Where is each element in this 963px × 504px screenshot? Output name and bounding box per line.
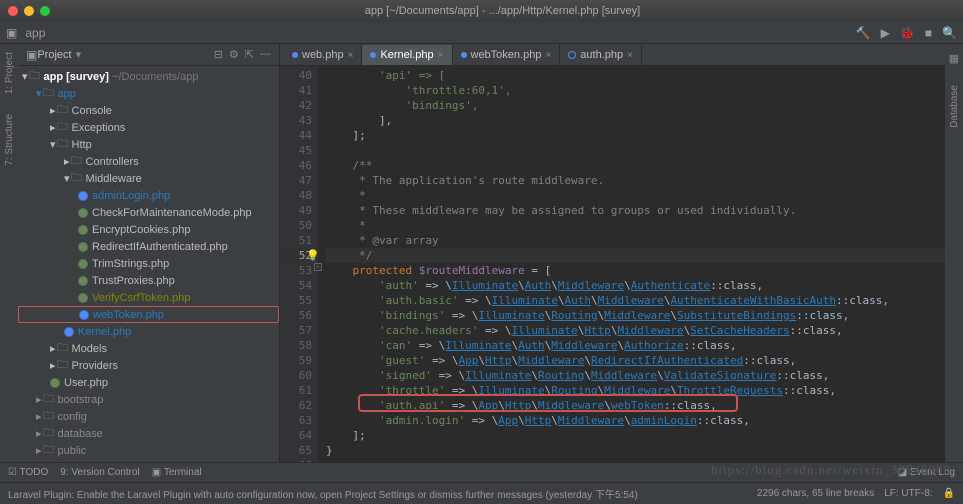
database-tab-icon[interactable]: ▦: [949, 52, 959, 65]
settings-icon[interactable]: ⚙: [229, 48, 239, 61]
breadcrumb-app[interactable]: app: [25, 26, 45, 40]
project-tab[interactable]: 1: Project: [4, 52, 15, 94]
vcs-button[interactable]: 9: Version Control: [60, 467, 140, 478]
line-gutter[interactable]: 4041424344454647484950515253545556575859…: [280, 66, 318, 462]
tree-folder[interactable]: ▸ 🗀Controllers: [18, 153, 279, 170]
zoom-icon[interactable]: [40, 6, 50, 16]
window-controls[interactable]: [8, 6, 50, 16]
structure-tab[interactable]: 7: Structure: [4, 114, 15, 166]
tree-folder[interactable]: ▸ 🗀database: [18, 425, 279, 442]
todo-button[interactable]: ☑ TODO: [8, 467, 48, 478]
close-icon[interactable]: ×: [627, 50, 633, 61]
editor-tabs: web.php× Kernel.php× webToken.php× auth.…: [280, 44, 945, 66]
tree-file[interactable]: VerifyCsrfToken.php: [18, 289, 279, 306]
code-area[interactable]: 'api' => [ 'throttle:60,1', 'bindings', …: [318, 66, 945, 462]
folder-icon: ▣: [26, 48, 37, 62]
tab-webtoken[interactable]: webToken.php×: [453, 45, 561, 65]
tab-kernel[interactable]: Kernel.php×: [362, 45, 452, 65]
project-panel-header: ▣ Project ▾ ⊟ ⚙ ⇱ —: [18, 44, 279, 66]
tree-file[interactable]: adminLogin.php: [18, 187, 279, 204]
tree-root[interactable]: ▾ 🗀app [survey] ~/Documents/app: [18, 68, 279, 85]
editor: web.php× Kernel.php× webToken.php× auth.…: [280, 44, 945, 480]
tree-file[interactable]: CheckForMaintenanceMode.php: [18, 204, 279, 221]
close-icon[interactable]: ×: [438, 50, 444, 61]
title-bar: app [~/Documents/app] - .../app/Http/Ker…: [0, 0, 963, 22]
search-icon[interactable]: 🔍: [942, 26, 957, 40]
minimize-icon[interactable]: [24, 6, 34, 16]
close-panel-icon[interactable]: —: [260, 48, 271, 61]
debug-icon[interactable]: 🐞: [900, 26, 915, 40]
right-gutter: ▦ Database: [945, 44, 963, 480]
intention-bulb-icon[interactable]: 💡: [306, 248, 320, 263]
tree-file[interactable]: Kernel.php: [18, 323, 279, 340]
watermark: https://blog.csdn.net/weixin_33848988: [711, 462, 951, 478]
tree-folder[interactable]: ▾ 🗀Middleware: [18, 170, 279, 187]
tree-file[interactable]: TrimStrings.php: [18, 255, 279, 272]
tree-file[interactable]: TrustProxies.php: [18, 272, 279, 289]
hide-icon[interactable]: ⇱: [245, 48, 254, 61]
tab-auth[interactable]: auth.php×: [560, 45, 642, 65]
tree-file[interactable]: EncryptCookies.php: [18, 221, 279, 238]
char-count: 2296 chars, 65 line breaks: [757, 488, 874, 499]
tree-folder[interactable]: ▸ 🗀Console: [18, 102, 279, 119]
stop-icon[interactable]: ■: [925, 26, 932, 40]
build-icon[interactable]: 🔨: [856, 26, 871, 40]
tree-folder[interactable]: ▸ 🗀Providers: [18, 357, 279, 374]
fold-icon[interactable]: -: [314, 263, 322, 271]
tree-file[interactable]: RedirectIfAuthenticated.php: [18, 238, 279, 255]
encoding[interactable]: LF: UTF-8:: [884, 488, 932, 499]
project-tree[interactable]: ▾ 🗀app [survey] ~/Documents/app ▾ 🗀app ▸…: [18, 66, 279, 480]
left-gutter: 1: Project 7: Structure: [0, 44, 18, 480]
close-icon[interactable]: [8, 6, 18, 16]
tree-folder[interactable]: ▸ 🗀Models: [18, 340, 279, 357]
tree-folder[interactable]: ▾ 🗀Http: [18, 136, 279, 153]
tree-folder[interactable]: ▾ 🗀app: [18, 85, 279, 102]
tree-folder[interactable]: ▸ 🗀public: [18, 442, 279, 459]
folder-icon[interactable]: ▣: [6, 26, 17, 40]
collapse-icon[interactable]: ⊟: [214, 48, 223, 61]
run-icon[interactable]: ▶: [881, 26, 890, 40]
database-tab[interactable]: Database: [949, 85, 960, 128]
tree-folder[interactable]: ▸ 🗀config: [18, 408, 279, 425]
status-message: Laravel Plugin: Enable the Laravel Plugi…: [8, 486, 638, 501]
tree-file[interactable]: User.php: [18, 374, 279, 391]
highlight-box: [358, 394, 738, 412]
tree-folder[interactable]: ▸ 🗀bootstrap: [18, 391, 279, 408]
tree-file-highlighted[interactable]: webToken.php: [18, 306, 279, 323]
tree-folder[interactable]: ▸ 🗀Exceptions: [18, 119, 279, 136]
project-label: Project: [37, 49, 71, 61]
close-icon[interactable]: ×: [348, 50, 354, 61]
close-icon[interactable]: ×: [545, 50, 551, 61]
tab-web[interactable]: web.php×: [284, 45, 362, 65]
window-title: app [~/Documents/app] - .../app/Http/Ker…: [50, 5, 955, 17]
project-tool-window: ▣ Project ▾ ⊟ ⚙ ⇱ — ▾ 🗀app [survey] ~/Do…: [18, 44, 280, 480]
lock-icon[interactable]: 🔒: [943, 488, 955, 499]
main-toolbar: ▣ app 🔨 ▶ 🐞 ■ 🔍: [0, 22, 963, 44]
terminal-button[interactable]: ▣ Terminal: [152, 467, 202, 478]
